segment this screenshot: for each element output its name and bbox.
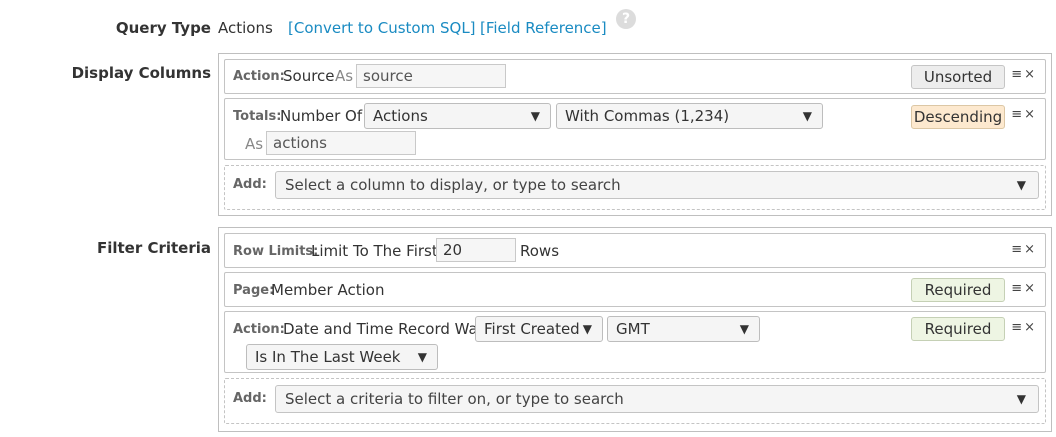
alias-input[interactable]: source	[356, 64, 506, 88]
filter-row-limits: Row Limits: Limit To The First 20 Rows ≡…	[224, 233, 1046, 268]
date-range-select[interactable]: Is In The Last Week ▼	[246, 344, 438, 370]
row-controls: ≡×	[1011, 67, 1037, 82]
filter-description: Member Action	[271, 281, 385, 299]
filter-date-time: Action: Date and Time Record Was First C…	[224, 311, 1046, 373]
filter-description: Limit To The First	[311, 242, 438, 260]
chevron-down-icon: ▼	[582, 322, 592, 336]
add-label: Add:	[233, 391, 267, 406]
filter-page: Page: Member Action Required ≡×	[224, 272, 1046, 307]
chevron-down-icon: ▼	[739, 322, 749, 336]
chevron-down-icon: ▼	[530, 109, 540, 123]
alias-input[interactable]: actions	[266, 131, 416, 155]
chevron-down-icon: ▼	[1016, 178, 1026, 192]
row-controls: ≡×	[1011, 242, 1037, 257]
add-label: Add:	[233, 177, 267, 192]
column-type-label: Totals:	[233, 109, 282, 124]
reorder-handle-icon[interactable]: ≡	[1011, 67, 1024, 82]
column-field-name: Source	[283, 67, 335, 85]
display-column-source: Action: Source As source Unsorted ≡×	[224, 59, 1046, 94]
display-columns-label: Display Columns	[71, 64, 211, 82]
reorder-handle-icon[interactable]: ≡	[1011, 281, 1024, 296]
count-type-select[interactable]: Actions ▼	[364, 103, 551, 129]
chevron-down-icon: ▼	[417, 350, 427, 364]
reorder-handle-icon[interactable]: ≡	[1011, 242, 1024, 257]
chevron-down-icon: ▼	[802, 109, 812, 123]
alias-as-label: As	[245, 135, 264, 153]
remove-icon[interactable]: ×	[1024, 242, 1037, 257]
add-display-column: Add: Select a column to display, or type…	[224, 165, 1046, 210]
filter-type-label: Row Limits:	[233, 244, 319, 259]
row-controls: ≡×	[1011, 281, 1037, 296]
display-column-totals: Totals: Number Of Actions ▼ With Commas …	[224, 98, 1046, 160]
add-column-select[interactable]: Select a column to display, or type to s…	[275, 171, 1039, 199]
column-field-name: Number Of	[280, 107, 363, 125]
filter-type-label: Page:	[233, 283, 275, 298]
remove-icon[interactable]: ×	[1024, 281, 1037, 296]
convert-to-custom-sql-link[interactable]: [Convert to Custom SQL]	[288, 19, 476, 37]
alias-as-label: As	[335, 67, 354, 85]
remove-icon[interactable]: ×	[1024, 67, 1037, 82]
row-controls: ≡×	[1011, 107, 1037, 122]
required-toggle-button[interactable]: Required	[911, 317, 1005, 341]
sort-toggle-button[interactable]: Unsorted	[911, 65, 1005, 89]
remove-icon[interactable]: ×	[1024, 320, 1037, 335]
query-type-label: Query Type	[115, 19, 211, 37]
filter-criteria-section: Row Limits: Limit To The First 20 Rows ≡…	[218, 227, 1052, 432]
column-type-label: Action:	[233, 69, 285, 84]
row-limit-input[interactable]: 20	[436, 238, 516, 262]
add-filter-criteria: Add: Select a criteria to filter on, or …	[224, 378, 1046, 424]
remove-icon[interactable]: ×	[1024, 107, 1037, 122]
add-criteria-select[interactable]: Select a criteria to filter on, or type …	[275, 385, 1039, 413]
created-type-select[interactable]: First Created ▼	[475, 316, 603, 342]
chevron-down-icon: ▼	[1016, 392, 1026, 406]
timezone-select[interactable]: GMT ▼	[607, 316, 760, 342]
reorder-handle-icon[interactable]: ≡	[1011, 320, 1024, 335]
filter-criteria-label: Filter Criteria	[96, 239, 211, 257]
number-format-select[interactable]: With Commas (1,234) ▼	[556, 103, 823, 129]
filter-description: Date and Time Record Was	[283, 320, 486, 338]
query-type-value: Actions	[218, 19, 273, 37]
display-columns-section: Action: Source As source Unsorted ≡× Tot…	[218, 53, 1052, 216]
filter-type-label: Action:	[233, 322, 285, 337]
rows-suffix: Rows	[520, 242, 560, 260]
required-toggle-button[interactable]: Required	[911, 278, 1005, 302]
sort-toggle-button[interactable]: Descending	[911, 105, 1005, 129]
row-controls: ≡×	[1011, 320, 1037, 335]
reorder-handle-icon[interactable]: ≡	[1011, 107, 1024, 122]
field-reference-link[interactable]: [Field Reference]	[480, 19, 607, 37]
help-icon[interactable]: ?	[616, 9, 636, 29]
